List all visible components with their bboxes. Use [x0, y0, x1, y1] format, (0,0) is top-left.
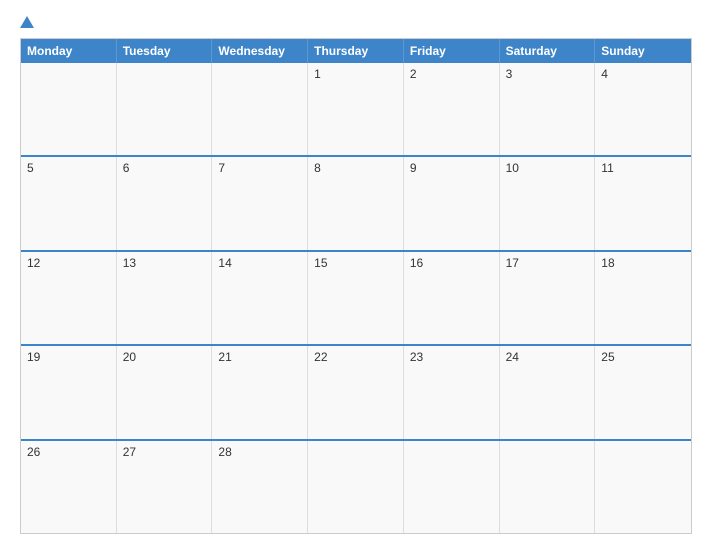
cal-cell: 2	[404, 63, 500, 155]
cal-day-number: 13	[123, 256, 136, 270]
cal-day-number: 2	[410, 67, 417, 81]
cal-cell	[308, 441, 404, 533]
cal-cell: 17	[500, 252, 596, 344]
cal-day-number: 11	[601, 161, 613, 175]
cal-day-number: 27	[123, 445, 136, 459]
cal-header-sunday: Sunday	[595, 39, 691, 63]
cal-day-number: 12	[27, 256, 40, 270]
cal-cell: 12	[21, 252, 117, 344]
cal-cell: 20	[117, 346, 213, 438]
cal-day-number: 6	[123, 161, 130, 175]
cal-cell: 24	[500, 346, 596, 438]
cal-cell: 25	[595, 346, 691, 438]
calendar-header-row: MondayTuesdayWednesdayThursdayFridaySatu…	[21, 39, 691, 63]
cal-header-friday: Friday	[404, 39, 500, 63]
cal-cell: 9	[404, 157, 500, 249]
cal-cell: 13	[117, 252, 213, 344]
cal-cell: 6	[117, 157, 213, 249]
cal-day-number: 24	[506, 350, 519, 364]
cal-day-number: 25	[601, 350, 614, 364]
cal-header-monday: Monday	[21, 39, 117, 63]
cal-cell	[212, 63, 308, 155]
logo	[20, 16, 37, 28]
cal-cell: 10	[500, 157, 596, 249]
calendar-grid: MondayTuesdayWednesdayThursdayFridaySatu…	[20, 38, 692, 534]
cal-cell: 28	[212, 441, 308, 533]
cal-cell	[21, 63, 117, 155]
cal-cell: 23	[404, 346, 500, 438]
cal-day-number: 15	[314, 256, 327, 270]
cal-week-4: 19 20 21 22 23 24 25	[21, 344, 691, 438]
cal-cell: 5	[21, 157, 117, 249]
cal-day-number: 23	[410, 350, 423, 364]
cal-header-saturday: Saturday	[500, 39, 596, 63]
cal-header-tuesday: Tuesday	[117, 39, 213, 63]
cal-cell: 22	[308, 346, 404, 438]
cal-cell	[500, 441, 596, 533]
cal-day-number: 21	[218, 350, 231, 364]
cal-cell: 3	[500, 63, 596, 155]
cal-cell: 27	[117, 441, 213, 533]
cal-day-number: 7	[218, 161, 225, 175]
cal-header-thursday: Thursday	[308, 39, 404, 63]
cal-day-number: 8	[314, 161, 321, 175]
cal-day-number: 20	[123, 350, 136, 364]
cal-week-5: 26 27 28	[21, 439, 691, 533]
cal-day-number: 4	[601, 67, 608, 81]
calendar-body: 1234567891011121314151617181920212223242…	[21, 63, 691, 533]
logo-blue-text	[20, 16, 37, 28]
cal-day-number: 1	[314, 67, 321, 81]
cal-day-number: 17	[506, 256, 519, 270]
cal-cell: 26	[21, 441, 117, 533]
header	[20, 16, 692, 28]
cal-day-number: 5	[27, 161, 34, 175]
cal-header-wednesday: Wednesday	[212, 39, 308, 63]
cal-cell: 21	[212, 346, 308, 438]
cal-day-number: 9	[410, 161, 417, 175]
cal-cell	[117, 63, 213, 155]
cal-day-number: 14	[218, 256, 231, 270]
calendar-page: MondayTuesdayWednesdayThursdayFridaySatu…	[0, 0, 712, 550]
cal-day-number: 18	[601, 256, 614, 270]
cal-cell: 15	[308, 252, 404, 344]
cal-cell	[404, 441, 500, 533]
cal-cell: 19	[21, 346, 117, 438]
cal-cell: 4	[595, 63, 691, 155]
cal-day-number: 3	[506, 67, 513, 81]
cal-cell: 11	[595, 157, 691, 249]
cal-day-number: 28	[218, 445, 231, 459]
cal-cell: 16	[404, 252, 500, 344]
cal-cell: 1	[308, 63, 404, 155]
cal-day-number: 26	[27, 445, 40, 459]
cal-cell: 18	[595, 252, 691, 344]
cal-day-number: 16	[410, 256, 423, 270]
cal-cell: 8	[308, 157, 404, 249]
cal-day-number: 10	[506, 161, 519, 175]
cal-cell: 7	[212, 157, 308, 249]
cal-day-number: 22	[314, 350, 327, 364]
logo-triangle-icon	[20, 16, 34, 28]
cal-cell	[595, 441, 691, 533]
cal-week-2: 5 6 7 8 9 10 11	[21, 155, 691, 249]
cal-cell: 14	[212, 252, 308, 344]
cal-week-1: 1 2 3 4	[21, 63, 691, 155]
cal-week-3: 12 13 14 15 16 17 18	[21, 250, 691, 344]
cal-day-number: 19	[27, 350, 40, 364]
